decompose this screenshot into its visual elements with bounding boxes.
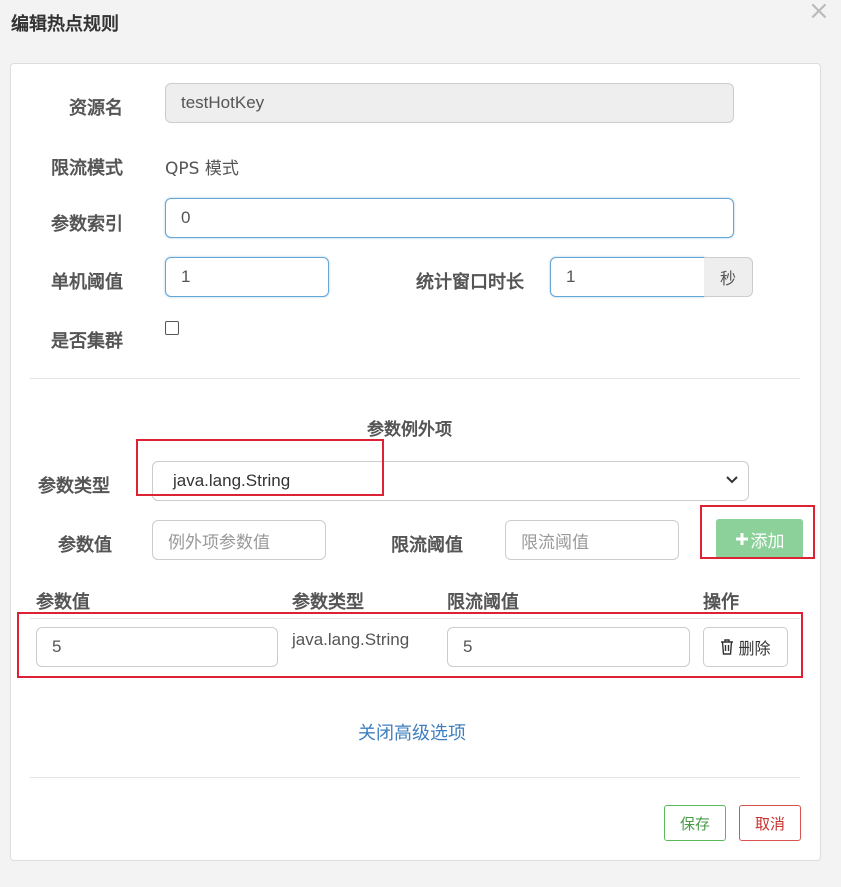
exceptions-heading: 参数例外项: [367, 420, 452, 440]
cancel-button[interactable]: 取消: [739, 805, 801, 841]
dialog-title: 编辑热点规则: [11, 14, 119, 35]
table-header-type: 参数类型: [292, 592, 364, 613]
threshold-value: 1: [181, 267, 191, 286]
close-advanced-link[interactable]: 关闭高级选项: [358, 719, 466, 745]
param-index-label: 参数索引: [51, 214, 123, 235]
save-button[interactable]: 保存: [664, 805, 726, 841]
limit-input[interactable]: 限流阈值: [505, 520, 679, 560]
chevron-down-icon: [726, 476, 738, 484]
table-header-value: 参数值: [36, 592, 90, 613]
mode-value: QPS 模式: [165, 159, 239, 179]
threshold-input[interactable]: 1: [165, 257, 329, 297]
resource-name-field: testHotKey: [165, 83, 734, 123]
resource-name-label: 资源名: [69, 98, 123, 119]
window-label: 统计窗口时长: [416, 272, 524, 293]
cluster-label: 是否集群: [51, 331, 123, 352]
footer-divider: [30, 777, 800, 778]
param-value-input[interactable]: 例外项参数值: [152, 520, 326, 560]
limit-label: 限流阈值: [391, 535, 463, 556]
window-value: 1: [566, 267, 576, 286]
param-type-label: 参数类型: [38, 476, 110, 497]
table-header-action: 操作: [703, 592, 739, 613]
threshold-label: 单机阈值: [51, 272, 123, 293]
annotation-box-table-row: [17, 612, 803, 678]
param-value-placeholder: 例外项参数值: [168, 532, 270, 552]
mode-label: 限流模式: [51, 158, 123, 179]
table-header-limit: 限流阈值: [447, 592, 519, 613]
param-index-value: 0: [181, 208, 191, 227]
param-value-label: 参数值: [58, 535, 112, 556]
annotation-box-add-button: [700, 505, 815, 559]
param-index-input[interactable]: 0: [165, 198, 734, 238]
divider: [30, 378, 800, 379]
window-unit-addon: 秒: [704, 257, 753, 297]
limit-placeholder: 限流阈值: [521, 532, 589, 552]
annotation-box-param-type: [136, 439, 384, 496]
close-icon[interactable]: ×: [808, 0, 830, 26]
cluster-checkbox[interactable]: [165, 321, 179, 335]
resource-name-value: testHotKey: [181, 93, 265, 112]
window-input[interactable]: 1: [550, 257, 705, 297]
